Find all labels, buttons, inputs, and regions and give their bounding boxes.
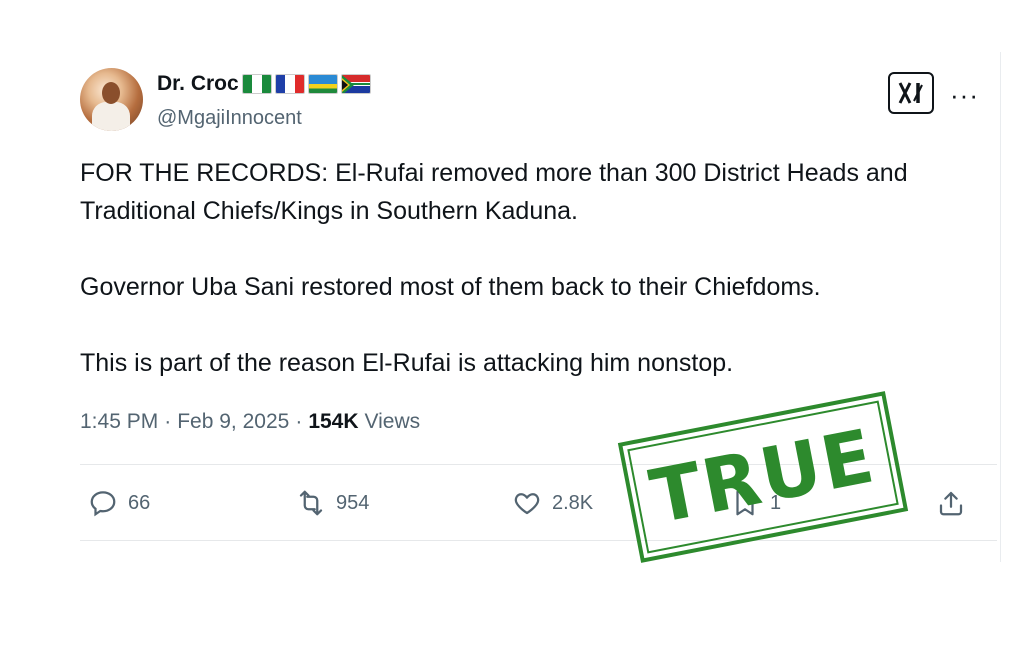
views-count: 154K bbox=[308, 410, 359, 433]
verdict-stamp-text: TRUE bbox=[643, 413, 883, 541]
rwanda-flag-icon bbox=[307, 74, 338, 94]
column-border bbox=[1000, 52, 1001, 562]
reply-count: 66 bbox=[128, 491, 151, 514]
meta-separator: · bbox=[164, 410, 172, 433]
share-button[interactable] bbox=[936, 488, 966, 518]
user-handle[interactable]: @MgajiInnocent bbox=[157, 107, 302, 130]
views-label: Views bbox=[364, 410, 421, 433]
repost-button[interactable]: 954 bbox=[296, 488, 369, 518]
reply-button[interactable]: 66 bbox=[88, 488, 150, 518]
like-count: 2.8K bbox=[552, 491, 594, 514]
nigeria-flag-icon bbox=[241, 74, 272, 94]
share-icon bbox=[939, 491, 963, 516]
like-button[interactable]: 2.8K bbox=[512, 488, 593, 518]
divider bbox=[80, 540, 997, 541]
south-africa-flag-icon bbox=[340, 74, 371, 94]
meta-separator: · bbox=[295, 410, 303, 433]
user-name-row[interactable]: Dr. Croc bbox=[157, 72, 371, 96]
repost-count: 954 bbox=[336, 491, 370, 514]
tweet-time[interactable]: 1:45 PM bbox=[80, 410, 158, 434]
tweet-paragraph: Governor Uba Sani restored most of them … bbox=[80, 273, 821, 301]
xai-icon[interactable] bbox=[888, 72, 934, 114]
tweet-meta: 1:45 PM · Feb 9, 2025 · 154K Views bbox=[80, 410, 420, 434]
more-options-icon[interactable]: ··· bbox=[950, 80, 979, 111]
tweet-paragraph: FOR THE RECORDS: El-Rufai removed more t… bbox=[80, 159, 908, 225]
heart-icon bbox=[514, 493, 540, 515]
tweet-paragraph: This is part of the reason El-Rufai is a… bbox=[80, 349, 734, 377]
tweet-date[interactable]: Feb 9, 2025 bbox=[177, 410, 289, 434]
tweet-text: FOR THE RECORDS: El-Rufai removed more t… bbox=[80, 154, 990, 420]
reply-icon bbox=[90, 491, 116, 517]
france-flag-icon bbox=[274, 74, 305, 94]
display-name[interactable]: Dr. Croc bbox=[157, 72, 239, 96]
avatar[interactable] bbox=[80, 68, 143, 131]
repost-icon bbox=[299, 490, 323, 516]
